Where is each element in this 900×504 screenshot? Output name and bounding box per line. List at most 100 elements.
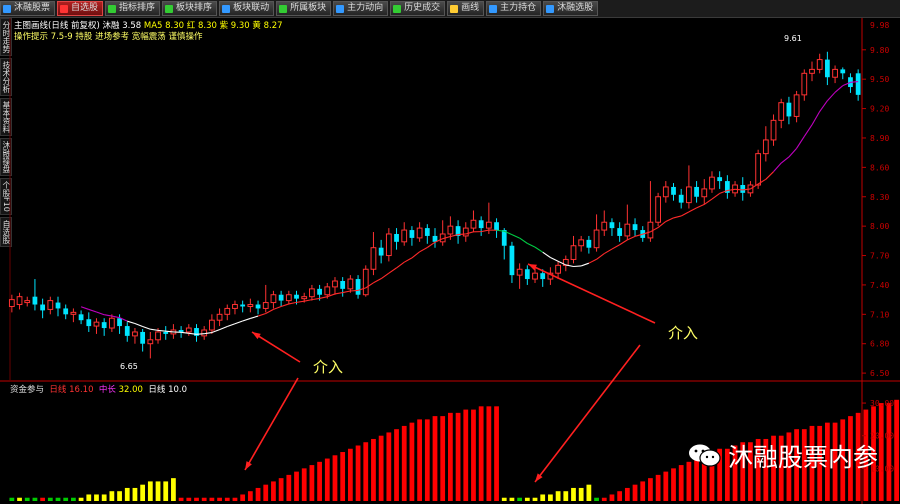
side-tab-3[interactable]: 沐融操盘 [0, 138, 12, 176]
toolbar-button-0[interactable]: 沐融股票 [0, 1, 56, 16]
volume-bar [394, 429, 399, 501]
volume-bar [355, 445, 361, 501]
volume-bar [494, 406, 499, 501]
candle-body [624, 223, 631, 237]
candle-body [24, 300, 31, 304]
volume-bar [663, 471, 669, 501]
ma-line-segment [450, 234, 459, 238]
volume-bar [94, 494, 99, 501]
ma-line-segment [465, 231, 474, 235]
ma-line-segment [188, 332, 197, 335]
ma-line-segment [534, 246, 544, 253]
candle-body [201, 329, 208, 337]
side-tab-4[interactable]: 个股F10 [0, 178, 12, 215]
toolbar-button-1[interactable]: 自选股 [57, 1, 104, 16]
ma-line-segment [619, 239, 628, 246]
ma-line-segment [557, 260, 567, 266]
toolbar-button-3[interactable]: 板块排序 [162, 1, 218, 16]
candle-body [824, 59, 830, 78]
ma-line-segment [819, 100, 828, 112]
ma-line-segment [796, 136, 805, 149]
toolbar-button-6[interactable]: 主力动向 [333, 1, 389, 16]
candle-body [385, 233, 392, 257]
ma-line-segment [611, 244, 620, 250]
candle-body [724, 181, 730, 193]
candle-body [32, 296, 38, 305]
candle-body [124, 326, 130, 336]
ma-line-segment [257, 313, 266, 317]
toolbar-button-4[interactable]: 板块联动 [219, 1, 275, 16]
volume-bar [401, 425, 407, 501]
volume-bar [240, 494, 246, 501]
price-tick-label: 9.50 [870, 75, 889, 84]
candle-body [270, 294, 277, 304]
ma-line-segment [565, 264, 574, 268]
candle-body [848, 77, 853, 88]
candle-body [447, 225, 454, 235]
volume-bar [63, 497, 69, 501]
ma-line-segment [696, 203, 705, 209]
arrow-right-upper [527, 263, 656, 324]
ma-line-segment [96, 311, 105, 316]
volume-bar [32, 497, 38, 501]
volume-bar [440, 416, 446, 501]
toolbar-button-8[interactable]: 画线 [447, 1, 485, 16]
toolbar-button-9[interactable]: 主力持仓 [486, 1, 542, 16]
toolbar-button-7[interactable]: 历史成交 [390, 1, 446, 16]
candle-body [617, 228, 623, 236]
toolbar-icon [108, 4, 117, 13]
ma-line-segment [104, 314, 112, 317]
candle-body [686, 186, 692, 204]
candle-body [432, 235, 438, 242]
volume-bar [617, 491, 623, 501]
side-tab-2[interactable]: 基本资料 [0, 98, 12, 136]
side-tab-5[interactable]: 自选股 [0, 216, 12, 247]
candle-body [40, 304, 46, 311]
toolbar-button-10[interactable]: 沐融选股 [543, 1, 599, 16]
volume-bar [309, 465, 315, 501]
ma-line-segment [365, 282, 374, 289]
toolbar-icon [546, 4, 555, 13]
candle-body [262, 302, 269, 309]
volume-bar [486, 406, 492, 501]
price-tick-label: 6.80 [870, 340, 889, 349]
volume-bar [140, 484, 146, 501]
volume-bar [478, 406, 484, 501]
ma-line-segment [196, 333, 205, 335]
toolbar-label: 自选股 [71, 3, 99, 13]
ma-line-segment [419, 247, 428, 253]
sidebar: 分时走势技术分析基本资料沐融操盘个股F10 自选股 [0, 18, 12, 247]
toolbar-button-2[interactable]: 指标排序 [105, 1, 161, 16]
candle-body [101, 322, 107, 329]
volume-bar [40, 497, 46, 501]
candle-body [155, 331, 161, 341]
candle-body [855, 73, 861, 95]
candle-body [378, 247, 384, 256]
arrow-left-upper-head [252, 332, 261, 340]
side-tab-0[interactable]: 分时走势 [0, 18, 12, 56]
arrow-right-lower [534, 344, 641, 483]
volume-bar [155, 481, 161, 501]
ma-line-segment [550, 257, 559, 262]
ma-line-segment [719, 189, 728, 194]
ma-line-segment [481, 229, 489, 233]
ma-line-segment [119, 317, 128, 322]
volume-bar [224, 497, 230, 501]
toolbar-label: 画线 [461, 3, 480, 13]
side-tab-1[interactable]: 技术分析 [0, 58, 12, 96]
ma-line-segment [742, 188, 751, 191]
volume-bar [894, 399, 900, 501]
toolbar-button-5[interactable]: 所属板块 [276, 1, 332, 16]
candle-body [178, 329, 184, 332]
price-tick-label: 8.90 [870, 134, 889, 143]
candle-body [832, 68, 838, 78]
volume-bar [432, 416, 438, 501]
volume-bar [524, 497, 530, 501]
candle-body [255, 304, 261, 309]
ma-line-segment [380, 272, 390, 280]
sub-header: 资金参与 日线 16.10 中长 32.00 日线 10.0 [10, 383, 187, 395]
volume-bar [548, 494, 553, 501]
volume-bar [878, 403, 884, 501]
vol-tick-label: 30.00 [870, 399, 894, 408]
toolbar-label: 主力持仓 [500, 3, 537, 13]
